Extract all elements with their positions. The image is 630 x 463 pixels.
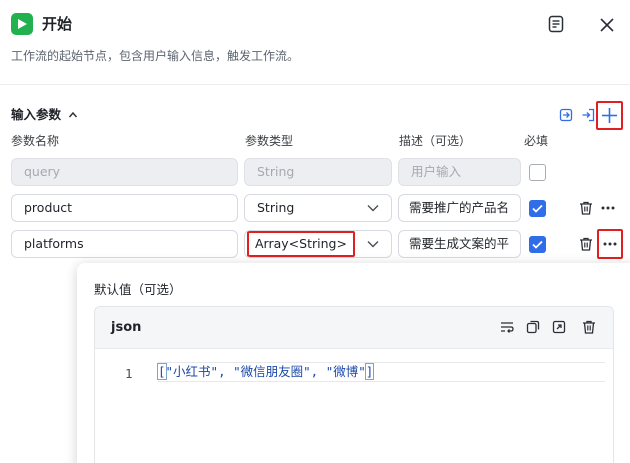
expand-icon[interactable] [551,319,567,335]
param-type-value: String [257,164,295,179]
param-type-select[interactable]: String [244,194,392,222]
export-icon[interactable] [580,107,596,123]
default-value-label: 默认值（可选） [94,282,182,297]
section-title-input-params: 输入参数 [11,107,62,122]
import-icon[interactable] [558,107,574,123]
plus-icon [602,108,617,123]
check-icon [532,240,543,249]
code-open-bracket: [ [157,363,167,380]
node-description: 工作流的起始节点，包含用户输入信息，触发工作流。 [11,49,300,63]
chevron-down-icon [367,205,379,212]
required-checkbox[interactable] [529,236,546,253]
add-param-button[interactable] [596,101,623,130]
copy-icon[interactable] [525,319,541,335]
param-type-value: Array<String> [247,231,355,257]
param-desc-field[interactable]: 需要推广的产品名 [398,194,521,222]
json-editor[interactable]: json [94,306,614,463]
param-name-field[interactable]: platforms [11,230,238,258]
more-icon[interactable] [600,200,616,216]
required-checkbox[interactable] [529,164,546,181]
play-icon [18,19,27,29]
node-title: 开始 [42,15,73,33]
editor-language: json [111,320,142,335]
chevron-down-icon [367,241,379,248]
param-type-select[interactable]: Array<String> [244,230,392,258]
start-node-icon [11,13,33,35]
code-close-bracket: ] [364,363,375,380]
chevron-up-icon[interactable] [68,110,78,120]
required-checkbox[interactable] [529,200,546,217]
column-header-name: 参数名称 [11,134,60,148]
column-header-desc: 描述（可选） [399,134,472,148]
param-name-field: query [11,158,238,186]
code-content[interactable]: ["小红书", "微信朋友圈", "微博"] [157,363,375,380]
param-type-value: String [257,200,295,215]
column-header-required: 必填 [524,134,549,148]
trash-icon[interactable] [578,200,594,216]
header-divider [0,84,630,85]
line-number: 1 [125,366,133,381]
param-desc-field[interactable]: 需要生成文案的平 [398,230,521,258]
more-button[interactable] [597,229,623,259]
param-name-field[interactable]: product [11,194,238,222]
param-type-select: String [244,158,392,186]
trash-icon[interactable] [581,319,597,335]
close-icon[interactable] [598,16,616,34]
param-desc-field: 用户输入 [398,158,521,186]
column-header-type: 参数类型 [245,134,294,148]
check-icon [532,204,543,213]
format-icon[interactable] [499,319,515,335]
code-body: "小红书", "微信朋友圈", "微博" [165,364,366,379]
document-icon[interactable] [546,14,566,34]
more-icon [603,242,617,246]
editor-toolbar: json [95,307,613,349]
trash-icon[interactable] [578,236,594,252]
